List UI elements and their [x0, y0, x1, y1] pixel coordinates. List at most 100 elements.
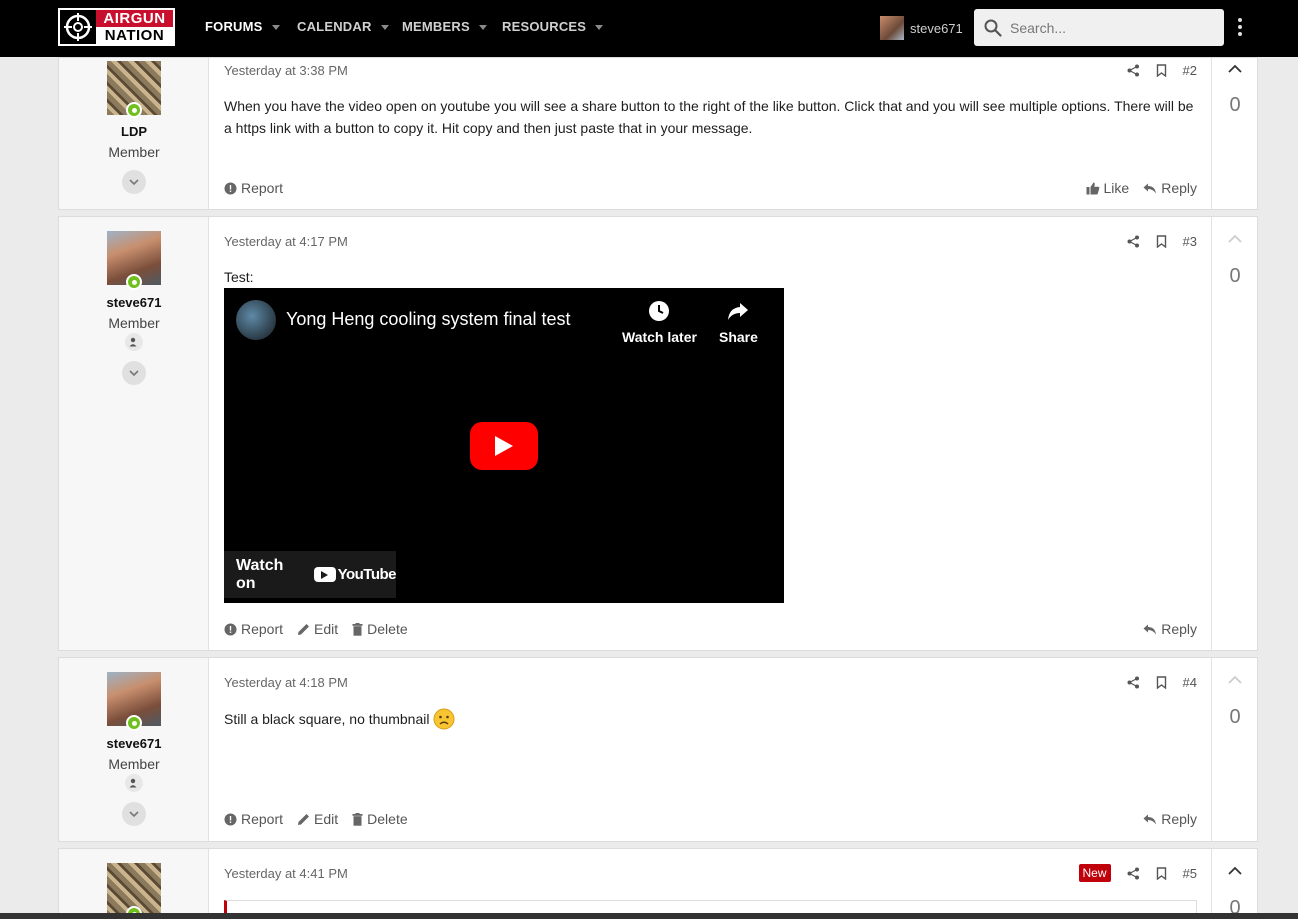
- share-icon[interactable]: [1127, 676, 1140, 689]
- delete-label: Delete: [367, 811, 408, 827]
- share-icon[interactable]: [1127, 867, 1140, 880]
- post-user-title: Member: [108, 315, 160, 331]
- user-status-icon: [125, 774, 143, 792]
- delete-button[interactable]: Delete: [352, 621, 408, 637]
- avatar: [880, 16, 904, 40]
- edit-button[interactable]: Edit: [297, 621, 338, 637]
- video-share-button[interactable]: Share: [719, 300, 758, 345]
- share-icon[interactable]: [1127, 64, 1140, 77]
- trash-icon: [352, 812, 363, 826]
- window-bottom-edge: [0, 913, 1298, 919]
- post-user-cell: LDP Member: [59, 58, 209, 209]
- reply-button[interactable]: Reply: [1143, 811, 1197, 827]
- bookmark-icon[interactable]: [1156, 235, 1167, 248]
- report-button[interactable]: Report: [224, 180, 283, 196]
- post: LDP Member Yesterday at 3:38 PM #2 When …: [58, 57, 1258, 210]
- report-icon: [224, 182, 237, 194]
- post-username[interactable]: steve671: [59, 736, 209, 751]
- report-button[interactable]: Report: [224, 811, 283, 827]
- account-username: steve671: [910, 20, 963, 36]
- watch-later-button[interactable]: Watch later: [622, 300, 697, 345]
- youtube-play-icon: [313, 567, 336, 582]
- share-icon[interactable]: [1127, 235, 1140, 248]
- search-input[interactable]: [1010, 19, 1210, 36]
- post-body: Still a black square, no thumbnail: [224, 708, 1197, 730]
- youtube-embed[interactable]: Yong Heng cooling system final test Watc…: [224, 288, 784, 603]
- post-date[interactable]: Yesterday at 4:18 PM: [224, 675, 348, 690]
- post-top-actions: #2: [1127, 63, 1197, 78]
- post-username[interactable]: LDP: [59, 124, 209, 139]
- watch-on-label: Watch on: [236, 556, 284, 592]
- account-menu[interactable]: steve671: [880, 16, 963, 40]
- thumbs-up-icon: [1086, 182, 1099, 194]
- post-footer: Report Edit Delete Reply: [224, 621, 1197, 637]
- nav-calendar[interactable]: CALENDAR: [297, 19, 389, 34]
- post-date[interactable]: Yesterday at 4:41 PM: [224, 866, 348, 881]
- youtube-wordmark: YouTube: [337, 566, 397, 583]
- chevron-down-icon[interactable]: [478, 25, 487, 30]
- top-navigation-bar: AIRGUN NATION FORUMS CALENDAR MEMBERS RE…: [0, 0, 1298, 57]
- channel-avatar[interactable]: [236, 300, 276, 340]
- upvote-icon[interactable]: [1227, 231, 1243, 247]
- nav-resources-label: RESOURCES: [502, 19, 587, 34]
- chevron-down-icon[interactable]: [595, 25, 604, 30]
- post-top-actions: #3: [1127, 234, 1197, 249]
- delete-button[interactable]: Delete: [352, 811, 408, 827]
- post-date[interactable]: Yesterday at 3:38 PM: [224, 63, 348, 78]
- trash-icon: [352, 622, 363, 636]
- expand-user-info-button[interactable]: [122, 361, 146, 385]
- post-user-title: Member: [108, 756, 160, 772]
- expand-user-info-button[interactable]: [122, 170, 146, 194]
- reply-button[interactable]: Reply: [1143, 180, 1197, 196]
- upvote-icon[interactable]: [1227, 672, 1243, 688]
- vote-column: 0: [1212, 658, 1258, 841]
- post-top-actions: #4: [1127, 675, 1197, 690]
- upvote-icon[interactable]: [1227, 863, 1243, 879]
- reply-button[interactable]: Reply: [1143, 621, 1197, 637]
- more-options-icon[interactable]: [1236, 18, 1244, 36]
- bookmark-icon[interactable]: [1156, 676, 1167, 689]
- edit-button[interactable]: Edit: [297, 811, 338, 827]
- bookmark-icon[interactable]: [1156, 64, 1167, 77]
- video-title[interactable]: Yong Heng cooling system final test: [286, 309, 571, 330]
- post-user-cell: [59, 849, 209, 919]
- youtube-logo: YouTube: [313, 566, 397, 583]
- chevron-down-icon: [129, 179, 139, 185]
- report-button[interactable]: Report: [224, 621, 283, 637]
- post-date[interactable]: Yesterday at 4:17 PM: [224, 234, 348, 249]
- search-icon: [984, 19, 1002, 37]
- post-footer: Report Like Reply: [224, 180, 1197, 196]
- online-status-icon: [126, 715, 142, 731]
- chevron-down-icon[interactable]: [271, 25, 280, 30]
- clock-icon: [649, 301, 670, 321]
- vote-count: 0: [1229, 94, 1241, 116]
- like-label: Like: [1103, 180, 1130, 196]
- post-number[interactable]: #3: [1183, 234, 1197, 249]
- nav-members[interactable]: MEMBERS: [402, 19, 487, 34]
- search-bar[interactable]: [974, 9, 1224, 46]
- post-body-text: Still a black square, no thumbnail: [224, 711, 430, 727]
- delete-label: Delete: [367, 621, 408, 637]
- upvote-icon[interactable]: [1227, 61, 1243, 77]
- post-number[interactable]: #4: [1183, 675, 1197, 690]
- post-main: Yesterday at 4:18 PM #4 Still a black sq…: [209, 658, 1212, 841]
- vote-count: 0: [1229, 706, 1241, 728]
- post-number[interactable]: #5: [1183, 866, 1197, 881]
- post: steve671 Member Yesterday at 4:18 PM #4 …: [58, 657, 1258, 842]
- bookmark-icon[interactable]: [1156, 866, 1167, 880]
- play-button[interactable]: [470, 422, 538, 470]
- expand-user-info-button[interactable]: [122, 802, 146, 826]
- chevron-down-icon[interactable]: [380, 25, 389, 30]
- site-logo[interactable]: AIRGUN NATION: [58, 8, 175, 46]
- watch-on-youtube-button[interactable]: Watch on YouTube: [224, 551, 397, 598]
- post-body: When you have the video open on youtube …: [224, 98, 1194, 136]
- like-button[interactable]: Like: [1086, 180, 1130, 196]
- post-number[interactable]: #2: [1183, 63, 1197, 78]
- reply-icon: [1143, 814, 1157, 824]
- nav-resources[interactable]: RESOURCES: [502, 19, 604, 34]
- post-main: Yesterday at 4:41 PM New #5: [209, 849, 1212, 919]
- reply-label: Reply: [1161, 811, 1197, 827]
- nav-forums[interactable]: FORUMS: [205, 19, 280, 34]
- post-username[interactable]: steve671: [59, 295, 209, 310]
- logo-line-2: NATION: [96, 27, 173, 44]
